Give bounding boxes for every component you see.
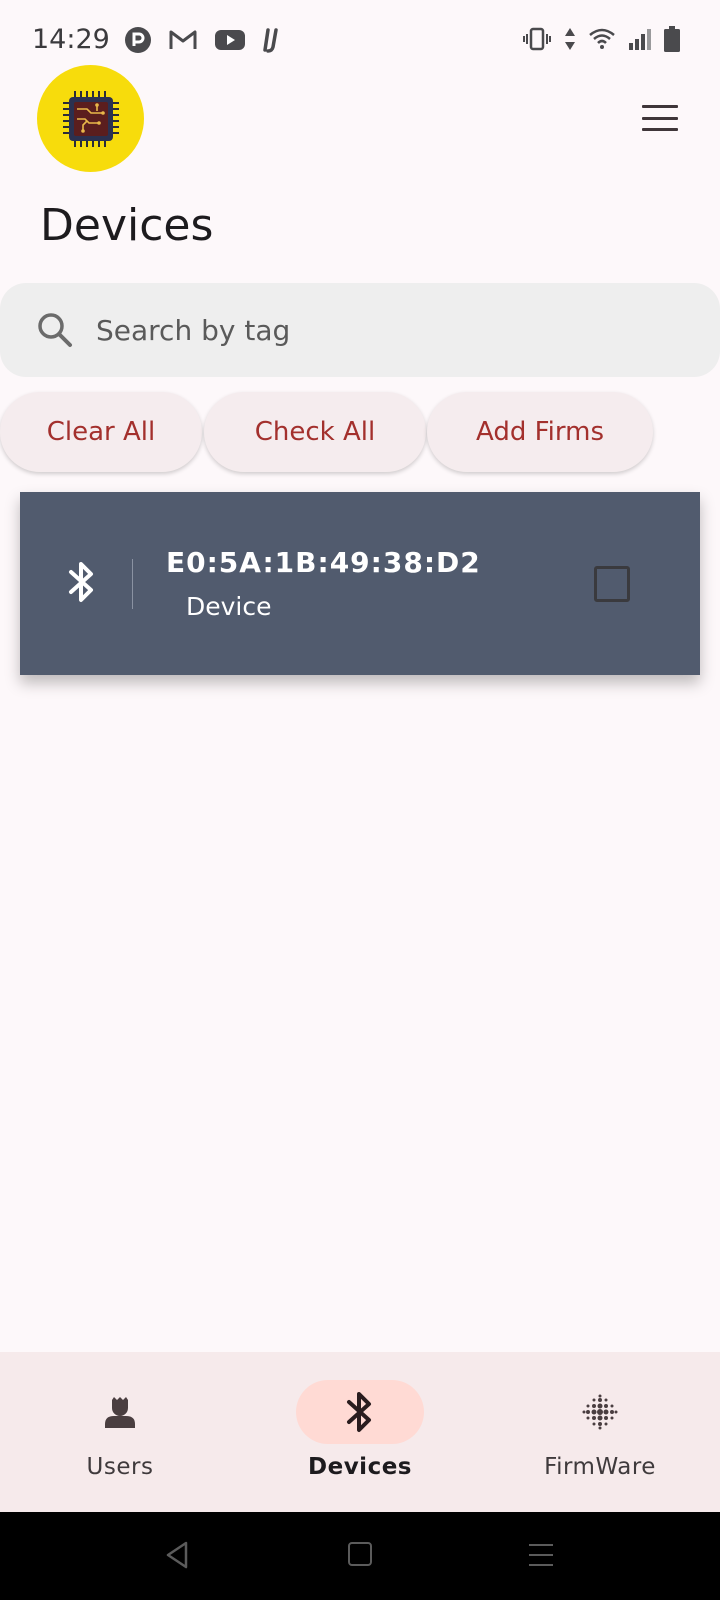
- nav-icon-container-active: [296, 1380, 424, 1444]
- device-card[interactable]: E0:5A:1B:49:38:D2 Device: [20, 492, 700, 675]
- device-checkbox[interactable]: [594, 566, 630, 602]
- youtube-icon: [215, 30, 245, 50]
- data-arrows-icon: [565, 28, 575, 50]
- battery-icon: [664, 26, 680, 52]
- home-icon[interactable]: [348, 1542, 372, 1566]
- device-type-label: Device: [186, 592, 272, 621]
- search-bar[interactable]: [0, 283, 720, 377]
- hamburger-menu-button[interactable]: [640, 100, 680, 136]
- page-title: Devices: [40, 200, 214, 251]
- status-system-icons: [522, 26, 680, 52]
- nav-item-devices[interactable]: Devices: [240, 1352, 480, 1512]
- nav-label-firmware: FirmWare: [544, 1454, 656, 1480]
- chip-icon: [62, 90, 119, 147]
- check-all-button[interactable]: Check All: [204, 392, 426, 472]
- nav-label-users: Users: [86, 1454, 154, 1480]
- menu-line: [642, 128, 678, 131]
- user-icon: [105, 1397, 135, 1428]
- vibrate-icon: [523, 27, 551, 51]
- nav-icon-container: [56, 1380, 184, 1444]
- wifi-icon: [589, 28, 615, 49]
- search-input[interactable]: [96, 305, 676, 355]
- menu-line: [642, 116, 678, 120]
- menu-line: [642, 105, 678, 108]
- tethering-icon: [125, 27, 151, 53]
- dots-grid-icon: [582, 1394, 618, 1430]
- status-time: 14:29: [32, 24, 110, 55]
- gmail-icon: [169, 30, 197, 49]
- signal-icon: [629, 29, 651, 50]
- status-app-icons: [124, 26, 284, 54]
- bluetooth-icon: [69, 562, 93, 602]
- app-logo: [37, 65, 144, 172]
- back-icon[interactable]: [164, 1540, 190, 1570]
- bottom-navigation: Users Devices FirmWare: [0, 1352, 720, 1512]
- device-divider: [132, 559, 133, 609]
- bluetooth-icon: [347, 1392, 371, 1432]
- clear-all-button[interactable]: Clear All: [0, 392, 202, 472]
- nav-icon-container: [536, 1380, 664, 1444]
- search-icon: [38, 313, 72, 347]
- recents-icon[interactable]: [528, 1542, 554, 1568]
- nav-label-devices: Devices: [308, 1454, 412, 1480]
- system-navigation-bar: [0, 1512, 720, 1600]
- device-mac-address: E0:5A:1B:49:38:D2: [166, 546, 481, 579]
- add-firms-button[interactable]: Add Firms: [427, 392, 653, 472]
- intellij-icon: [263, 28, 278, 53]
- nav-item-firmware[interactable]: FirmWare: [480, 1352, 720, 1512]
- nav-item-users[interactable]: Users: [0, 1352, 240, 1512]
